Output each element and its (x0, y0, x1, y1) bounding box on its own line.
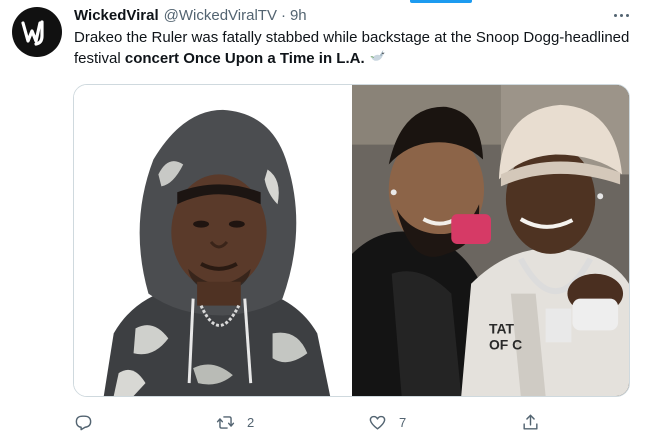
top-accent-bar (410, 0, 472, 3)
svg-text:TAT: TAT (489, 320, 514, 336)
more-options-icon[interactable] (610, 6, 632, 24)
svg-text:OF C: OF C (489, 336, 522, 352)
wickedviral-logo (21, 20, 44, 46)
two-men-image: TAT OF C (352, 85, 629, 396)
tweet-text-bold: concert Once Upon a Time in L.A. (124, 50, 365, 67)
display-name[interactable]: WickedViral (74, 7, 159, 24)
like-count: 7 (399, 414, 407, 430)
heart-icon (369, 415, 386, 430)
retweet-count: 2 (247, 414, 255, 430)
retweet-icon (216, 415, 235, 429)
share-icon (523, 414, 538, 430)
tweet-header: WickedViral @WickedViralTV · 9h (74, 5, 610, 25)
photo-left[interactable] (74, 85, 350, 396)
reply-icon (75, 414, 92, 430)
tweet-actions: 2 7 (66, 408, 566, 436)
media-grid[interactable]: TAT OF C (73, 84, 630, 397)
hoodie-portrait-image (74, 85, 350, 396)
retweet-button[interactable]: 2 (216, 408, 254, 436)
tweet-text: Drakeo the Ruler was fatally stabbed whi… (74, 27, 634, 69)
avatar[interactable] (12, 7, 62, 57)
timestamp[interactable]: 9h (290, 7, 307, 24)
photo-right[interactable]: TAT OF C (352, 85, 629, 396)
user-handle[interactable]: @WickedViralTV (164, 7, 277, 24)
like-button[interactable]: 7 (368, 408, 406, 436)
separator-dot: · (280, 6, 286, 24)
share-button[interactable] (521, 408, 552, 436)
dove-emoji-icon (370, 49, 385, 61)
reply-button[interactable] (74, 408, 105, 436)
